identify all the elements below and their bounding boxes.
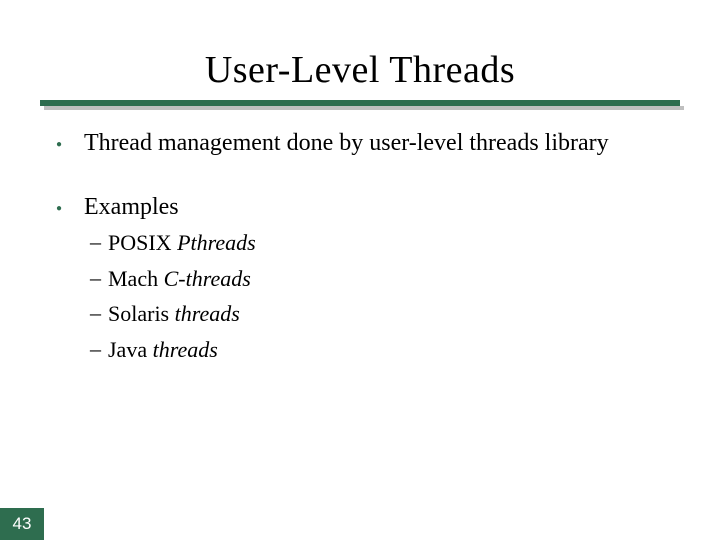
sub-emph: threads bbox=[153, 337, 218, 362]
sub-text: POSIX Pthreads bbox=[108, 228, 256, 258]
title-wrap: User-Level Threads bbox=[0, 48, 720, 92]
sub-emph: C-threads bbox=[164, 266, 251, 291]
sub-prefix: Solaris bbox=[108, 301, 175, 326]
title-underline-shadow bbox=[44, 106, 684, 110]
slide: User-Level Threads ● Thread management d… bbox=[0, 0, 720, 540]
sub-item: – Solaris threads bbox=[90, 299, 680, 329]
sub-text: Solaris threads bbox=[108, 299, 240, 329]
slide-title: User-Level Threads bbox=[0, 48, 720, 92]
sub-prefix: Mach bbox=[108, 266, 164, 291]
bullet-dot-icon: ● bbox=[56, 140, 66, 150]
dash-icon: – bbox=[90, 335, 108, 364]
sub-emph: Pthreads bbox=[177, 230, 256, 255]
dash-icon: – bbox=[90, 264, 108, 293]
sub-text: Mach C-threads bbox=[108, 264, 251, 294]
bullet-text: Thread management done by user-level thr… bbox=[84, 128, 609, 158]
sub-item: – POSIX Pthreads bbox=[90, 228, 680, 258]
sub-item: – Mach C-threads bbox=[90, 264, 680, 294]
page-number-badge: 43 bbox=[0, 508, 44, 540]
sub-prefix: POSIX bbox=[108, 230, 177, 255]
bullet-item: ● Examples bbox=[56, 192, 680, 222]
dash-icon: – bbox=[90, 228, 108, 257]
sub-prefix: Java bbox=[108, 337, 153, 362]
sub-emph: threads bbox=[175, 301, 240, 326]
bullet-item: ● Thread management done by user-level t… bbox=[56, 128, 680, 158]
content-area: ● Thread management done by user-level t… bbox=[56, 128, 680, 371]
bullet-text: Examples bbox=[84, 192, 179, 222]
sub-text: Java threads bbox=[108, 335, 218, 365]
bullet-dot-icon: ● bbox=[56, 204, 66, 214]
sub-list: – POSIX Pthreads – Mach C-threads – Sola… bbox=[56, 228, 680, 365]
dash-icon: – bbox=[90, 299, 108, 328]
sub-item: – Java threads bbox=[90, 335, 680, 365]
